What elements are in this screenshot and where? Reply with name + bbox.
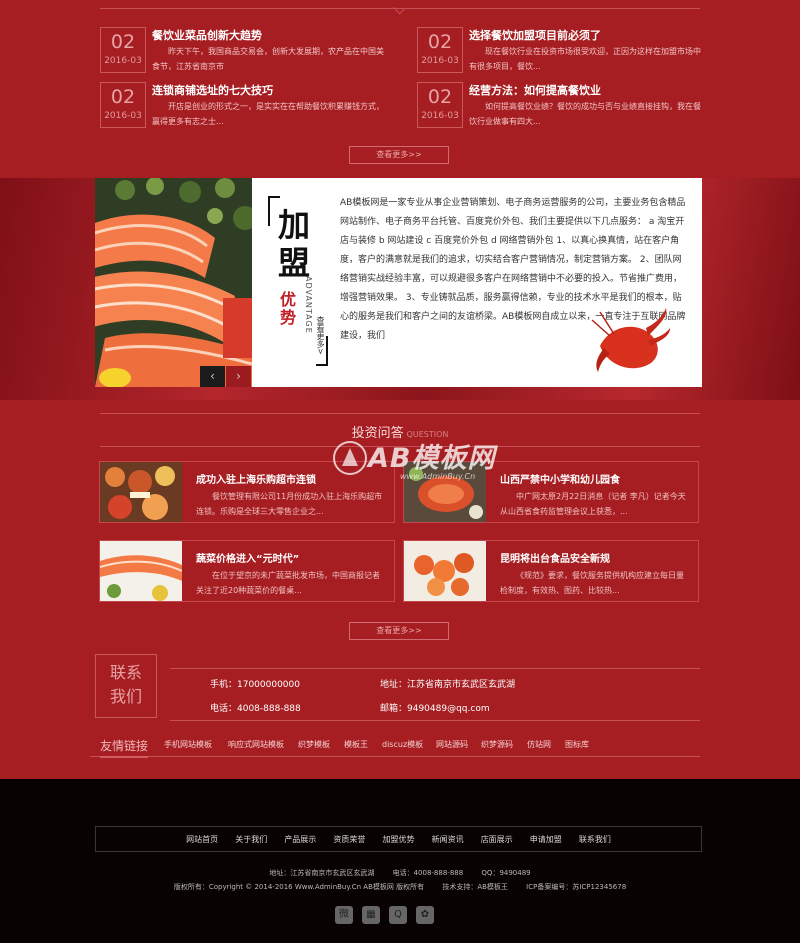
footer-nav-link[interactable]: 资质荣誉: [333, 835, 365, 844]
date-ym: 2016-03: [421, 56, 459, 66]
footer-icp: ICP备案编号：苏ICP12345678: [526, 883, 627, 891]
advantage-title-big: 加盟: [278, 206, 311, 282]
news-title[interactable]: 经营方法：如何提高餐饮业: [469, 82, 601, 98]
salmon-sushi-photo: [95, 178, 252, 387]
news-more-button[interactable]: 查看更多>>: [349, 146, 449, 164]
watermark: AB模板网 www.AdminBuy.Cn: [330, 432, 505, 507]
footer-nav-link[interactable]: 联系我们: [579, 835, 611, 844]
slider-next-button[interactable]: ›: [226, 366, 251, 387]
date-box: 02 2016-03: [100, 82, 146, 128]
weibo-icon[interactable]: 微: [335, 906, 353, 924]
qa-title[interactable]: 昆明将出台食品安全新规: [500, 550, 610, 565]
footer-nav: 网站首页 关于我们 产品展示 资质荣誉 加盟优势 新闻资讯 店面展示 申请加盟 …: [95, 826, 702, 852]
date-ym: 2016-03: [421, 111, 459, 121]
advantage-banner: ‹ › 加盟 优势 ADVANTAGE 查看更多> AB模板网是一家专业从事企业…: [0, 178, 800, 400]
qa-item[interactable]: 昆明将出台食品安全新规 《规范》要求，餐饮服务提供机构应建立每日量检制度，有效热…: [403, 540, 699, 602]
friend-link[interactable]: 图标库: [565, 739, 589, 750]
contact-address: 地址：江苏省南京市玄武区玄武湖: [380, 680, 516, 690]
news-item[interactable]: 02 2016-03 选择餐饮加盟项目前必须了 现在餐饮行业在投资市场很受欢迎，…: [417, 27, 717, 77]
news-item[interactable]: 02 2016-03 餐饮业菜品创新大趋势 昨天下午，我国商品交易会，创新大发展…: [100, 27, 400, 77]
qa-more-button[interactable]: 查看更多>>: [349, 622, 449, 640]
news-title[interactable]: 选择餐饮加盟项目前必须了: [469, 27, 601, 43]
footer-nav-link[interactable]: 加盟优势: [383, 835, 415, 844]
footer-copyright: 版权所有：Copyright © 2014-2016 Www.AdminBuy.…: [173, 883, 425, 891]
friend-link[interactable]: 仿站网: [527, 739, 551, 750]
qa-title[interactable]: 山西严禁中小学和幼儿园食: [500, 471, 620, 486]
qa-desc: 中广网太原2月22日消息（记者 李凡）记者今天从山西省食药监管理会议上获悉，..…: [500, 492, 686, 516]
contact-divider: [170, 668, 700, 669]
news-desc: 现在餐饮行业在投资市场很受欢迎，正因为这样在加盟市场中有很多项目，餐饮...: [469, 47, 701, 71]
footer-copyright-line: 版权所有：Copyright © 2014-2016 Www.AdminBuy.…: [0, 882, 800, 892]
divider-notch: [392, 1, 406, 15]
footer-address: 地址：江苏省南京市玄武区玄武湖: [269, 869, 375, 877]
footer-qq: QQ：9490489: [481, 869, 531, 877]
contact-email: 邮箱：9490489@qq.com: [380, 704, 490, 714]
advantage-title-red: 优势: [280, 290, 297, 327]
watermark-logo-icon: [333, 441, 367, 475]
footer-nav-link[interactable]: 产品展示: [284, 835, 316, 844]
date-box: 02 2016-03: [417, 82, 463, 128]
links-divider: [90, 756, 700, 757]
advantage-title-block: 加盟 优势 ADVANTAGE 查看更多>: [268, 196, 328, 366]
news-desc: 如何提高餐饮业绩？餐饮的成功与否与业绩直接挂钩，我在餐饮行业做事有四大...: [469, 102, 701, 126]
date-ym: 2016-03: [104, 111, 142, 121]
footer-nav-link[interactable]: 申请加盟: [530, 835, 562, 844]
date-day: 02: [427, 86, 453, 108]
date-day: 02: [427, 31, 453, 53]
contact-divider: [170, 720, 700, 721]
qa-desc: 在位于望京的未广蔬菜批发市场，中国商报记者关注了近20种蔬菜价的餐桌...: [196, 571, 380, 595]
qa-title[interactable]: 成功入驻上海乐购超市连锁: [196, 471, 316, 486]
footer-nav-link[interactable]: 网站首页: [186, 835, 218, 844]
friend-links-title: 友情链接: [100, 737, 149, 758]
news-item[interactable]: 02 2016-03 连锁商铺选址的七大技巧 开店是创业的形式之一，是实实在在帮…: [100, 82, 400, 132]
contact-phone: 手机：17000000000: [210, 680, 300, 690]
watermark-brand: AB模板网: [368, 443, 496, 474]
friend-link[interactable]: 模板王: [344, 739, 368, 750]
friend-link[interactable]: 织梦模板: [298, 739, 330, 750]
contact-title-box: 联系 我们: [95, 654, 157, 718]
news-item[interactable]: 02 2016-03 经营方法：如何提高餐饮业 如何提高餐饮业绩？餐饮的成功与否…: [417, 82, 717, 132]
friend-link[interactable]: discuz模板: [382, 739, 423, 750]
date-day: 02: [110, 31, 136, 53]
date-box: 02 2016-03: [100, 27, 146, 73]
footer: 网站首页 关于我们 产品展示 资质荣誉 加盟优势 新闻资讯 店面展示 申请加盟 …: [0, 779, 800, 943]
qa-title[interactable]: 蔬菜价格进入“元时代”: [196, 550, 299, 565]
friend-links: 友情链接 手机网站模板 响应式网站模板 织梦模板 模板王 discuz模板 网站…: [90, 737, 700, 758]
date-day: 02: [110, 86, 136, 108]
qa-desc: 《规范》要求，餐饮服务提供机构应建立每日量检制度，有效热、图药、比较热...: [500, 571, 684, 595]
watermark-url: www.AdminBuy.Cn: [400, 472, 476, 481]
footer-tel: 电话：4008-888-888: [392, 869, 464, 877]
slider-prev-button[interactable]: ‹: [200, 366, 225, 387]
friend-link[interactable]: 网站源码: [436, 739, 468, 750]
footer-nav-link[interactable]: 店面展示: [481, 835, 513, 844]
advantage-card: ‹ › 加盟 优势 ADVANTAGE 查看更多> AB模板网是一家专业从事企业…: [95, 178, 702, 387]
advantage-more-link[interactable]: 查看更多>: [315, 316, 326, 355]
news-desc: 开店是创业的形式之一，是实实在在帮助餐饮积累赚钱方式，赢得更多有志之士...: [152, 102, 384, 126]
baidu-icon[interactable]: ✿: [416, 906, 434, 924]
news-desc: 昨天下午，我国商品交易会，创新大发展期，农产品在中国美食节，江苏省南京市: [152, 47, 384, 71]
footer-nav-link[interactable]: 关于我们: [235, 835, 267, 844]
lobster-image: [591, 308, 670, 372]
date-ym: 2016-03: [104, 56, 142, 66]
contact-title-line1: 联系: [109, 663, 142, 682]
friend-link[interactable]: 响应式网站模板: [228, 739, 284, 750]
footer-tech: 技术支持：AB模板王: [442, 883, 508, 891]
qrcode-icon[interactable]: ▦: [362, 906, 380, 924]
advantage-title-en: ADVANTAGE: [304, 276, 313, 334]
footer-contact-line: 地址：江苏省南京市玄武区玄武湖 电话：4008-888-888 QQ：94904…: [0, 868, 800, 878]
qa-item[interactable]: 蔬菜价格进入“元时代” 在位于望京的未广蔬菜批发市场，中国商报记者关注了近20种…: [99, 540, 395, 602]
contact-tel: 电话：4008-888-888: [210, 704, 301, 714]
shrimp-dish-thumb: [404, 541, 486, 601]
friend-link[interactable]: 织梦源码: [481, 739, 513, 750]
qa-divider-top: [100, 413, 700, 414]
date-box: 02 2016-03: [417, 27, 463, 73]
qq-icon[interactable]: Q: [389, 906, 407, 924]
news-title[interactable]: 餐饮业菜品创新大趋势: [152, 27, 262, 43]
news-title[interactable]: 连锁商铺选址的七大技巧: [152, 82, 273, 98]
friend-link[interactable]: 手机网站模板: [164, 739, 212, 750]
salmon-thumb: [100, 541, 182, 601]
contact-title-line2: 我们: [109, 687, 142, 706]
seafood-platter-thumb: [100, 462, 182, 522]
footer-nav-link[interactable]: 新闻资讯: [432, 835, 464, 844]
